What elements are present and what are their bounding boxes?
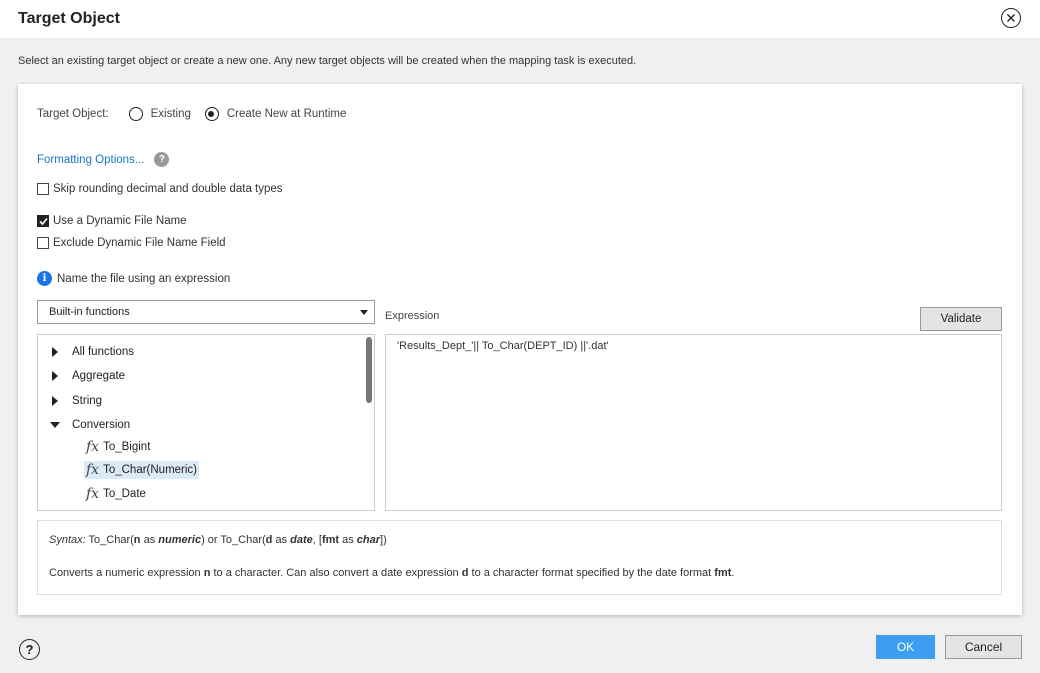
syntax-param: n [133,534,141,546]
expression-editor[interactable]: 'Results_Dept_'|| To_Char(DEPT_ID) ||'.d… [385,334,1002,511]
dynamic-file-name-checkbox[interactable] [37,215,49,227]
functions-dropdown-value: Built-in functions [49,306,130,318]
tree-scrollbar[interactable] [364,335,374,510]
syntax-type: date [290,534,313,546]
syntax-type: char [356,534,381,546]
radio-create-new-control[interactable] [204,107,219,121]
dynamic-file-name-row[interactable]: Use a Dynamic File Name [37,215,187,227]
skip-rounding-row[interactable]: Skip rounding decimal and double data ty… [37,183,283,195]
expression-label: Expression [385,310,440,322]
syntax-param: fmt [321,534,340,546]
function-item-label: To_Date [103,488,146,500]
function-icon: fx [86,486,100,502]
syntax-text: To_Char( [85,534,134,546]
dialog-title: Target Object [18,10,120,27]
ok-button[interactable]: OK [876,635,935,659]
description-text: Converts a numeric expression [49,567,204,579]
scrollbar-thumb[interactable] [366,337,372,403]
description-text: to a character. Can also convert a date … [210,567,462,579]
function-item-to-char-numeric[interactable]: fx To_Char(Numeric) [84,461,200,479]
function-item-label: To_Char(Numeric) [103,464,198,476]
syntax-text: , [ [312,534,322,546]
collapse-arrow-icon[interactable] [50,422,60,428]
validate-button[interactable]: Validate [920,307,1002,331]
function-description: Converts a numeric expression n to a cha… [49,567,734,579]
dynamic-file-name-label: Use a Dynamic File Name [53,215,187,227]
expand-arrow-icon[interactable] [52,396,58,406]
expression-text: 'Results_Dept_'|| To_Char(DEPT_ID) ||'.d… [397,340,609,352]
close-icon[interactable] [1001,8,1021,28]
cancel-button[interactable]: Cancel [945,635,1022,659]
expand-arrow-icon[interactable] [52,371,58,381]
syntax-panel: Syntax: To_Char(n as numeric) or To_Char… [37,520,1002,595]
functions-dropdown[interactable]: Built-in functions [37,300,375,324]
syntax-prefix: Syntax: [49,534,86,546]
radio-existing-label: Existing [150,108,191,120]
radio-existing[interactable]: Existing [128,107,191,121]
function-item-to-date[interactable]: fx To_Date [84,485,148,503]
help-icon[interactable]: ? [154,152,170,167]
description-text: to a character format specified by the d… [468,567,715,579]
description-param: fmt [714,567,732,579]
syntax-line: Syntax: To_Char(n as numeric) or To_Char… [49,534,387,546]
radio-create-new-label: Create New at Runtime [226,108,347,120]
dialog-header: Target Object [0,0,1040,38]
tree-item-aggregate[interactable]: Aggregate [52,370,125,382]
exclude-dynamic-checkbox[interactable] [37,237,49,249]
target-object-panel: Target Object: Existing Create New at Ru… [18,84,1022,615]
tree-item-label: String [72,395,103,407]
function-icon: fx [86,439,100,455]
help-icon[interactable]: ? [19,639,40,660]
syntax-text: as [272,534,291,546]
exclude-dynamic-row[interactable]: Exclude Dynamic File Name Field [37,237,226,249]
tree-item-label: All functions [72,346,135,358]
radio-existing-control[interactable] [128,107,143,121]
syntax-text: as [339,534,357,546]
syntax-text: ) or To_Char( [201,534,266,546]
expand-arrow-icon[interactable] [52,347,58,357]
syntax-text: as [140,534,159,546]
radio-create-new[interactable]: Create New at Runtime [204,107,347,121]
syntax-type: numeric [158,534,202,546]
tree-item-conversion[interactable]: Conversion [50,419,130,431]
info-icon: i [37,271,52,286]
target-object-row: Target Object: Existing Create New at Ru… [37,107,346,121]
description-text: . [731,567,735,579]
tree-item-all-functions[interactable]: All functions [52,346,134,358]
syntax-text: ]) [380,534,387,546]
tree-item-label: Conversion [72,419,131,431]
tree-item-string[interactable]: String [52,395,102,407]
function-icon: fx [86,462,100,478]
exclude-dynamic-label: Exclude Dynamic File Name Field [53,237,226,249]
tree-item-label: Aggregate [72,370,126,382]
checkmark-icon [39,217,48,226]
info-text: Name the file using an expression [57,272,231,285]
skip-rounding-checkbox[interactable] [37,183,49,195]
skip-rounding-label: Skip rounding decimal and double data ty… [53,183,283,195]
info-row: i Name the file using an expression [37,271,230,286]
formatting-options-link[interactable]: Formatting Options... [37,154,144,166]
target-object-label: Target Object: [37,108,109,120]
caret-down-icon [360,310,368,315]
formatting-options-row: Formatting Options... ? [37,152,170,167]
function-item-to-bigint[interactable]: fx To_Bigint [84,438,152,456]
functions-tree: All functions Aggregate String Conversio… [37,334,375,511]
function-item-label: To_Bigint [103,441,151,453]
dialog-description: Select an existing target object or crea… [18,55,637,67]
